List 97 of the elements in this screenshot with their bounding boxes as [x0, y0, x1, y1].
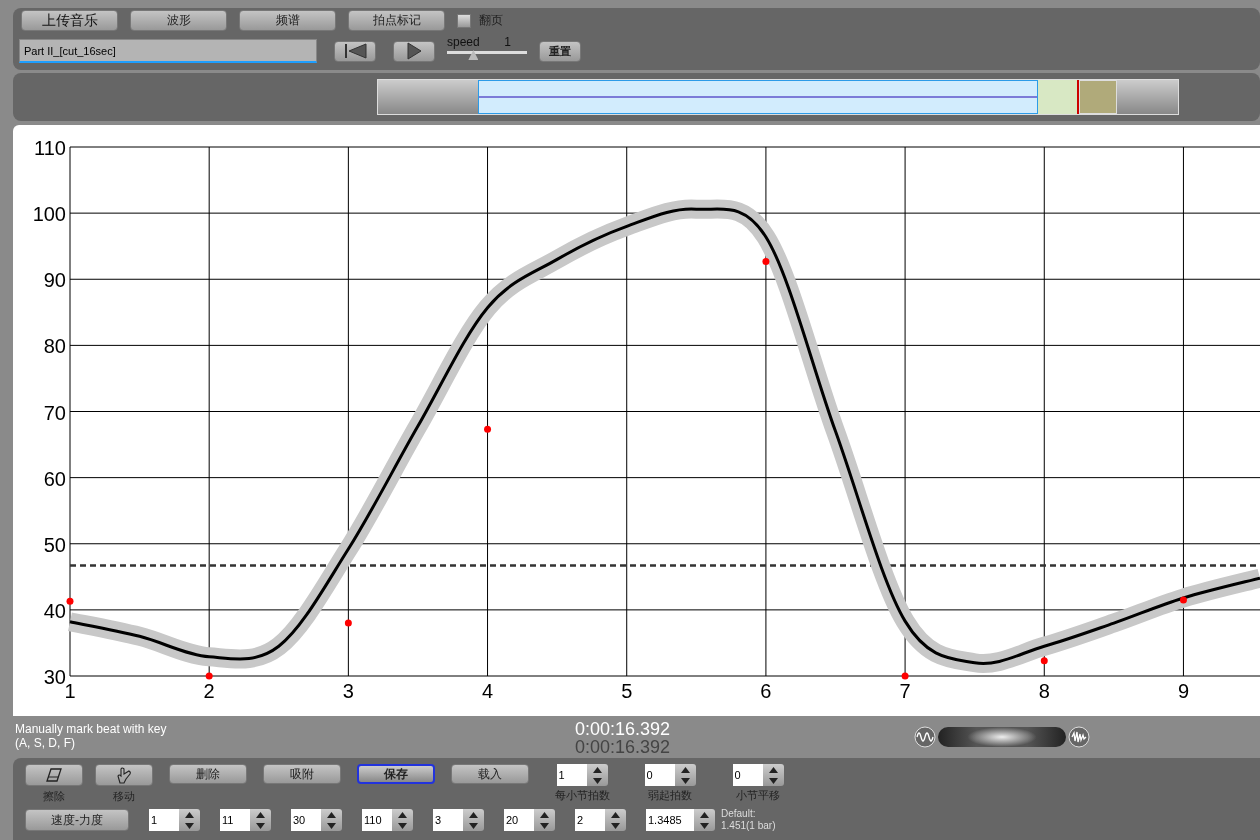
default-note: Default: 1.451(1 bar) — [721, 808, 776, 832]
slider-thumb[interactable] — [468, 50, 479, 60]
overview-region — [1079, 80, 1117, 114]
caret-down-icon — [540, 822, 549, 829]
x-tick-label: 2 — [203, 680, 215, 702]
y-tick-label: 100 — [32, 203, 66, 226]
caret-down-icon — [256, 822, 265, 829]
caret-down-icon — [327, 822, 336, 829]
speed-value: 1 — [504, 35, 511, 49]
speed-label: speed — [447, 35, 480, 49]
tool-label: 擦除 — [43, 789, 65, 804]
x-tick-label: 4 — [482, 680, 494, 702]
number-field[interactable]: 11 — [220, 809, 250, 831]
caret-up-icon — [611, 811, 620, 818]
beat-point[interactable] — [205, 672, 213, 680]
action-button[interactable]: 保存 — [357, 764, 435, 784]
caret-up-icon — [398, 811, 407, 818]
field-label: 弱起拍数 — [648, 788, 692, 803]
action-button[interactable]: 删除 — [169, 764, 247, 784]
caret-down-icon — [680, 777, 690, 784]
x-tick-label: 3 — [342, 680, 354, 702]
number-field[interactable]: 0 — [644, 764, 675, 786]
total-time: 0:00:16.392 — [575, 738, 671, 756]
reset-button[interactable]: 重置 — [539, 40, 581, 62]
skip-to-start-button[interactable] — [334, 40, 376, 62]
caret-down-icon — [768, 777, 778, 784]
number-field[interactable]: 3 — [433, 809, 463, 831]
sound-wave-icon[interactable] — [1068, 726, 1091, 748]
action-button[interactable]: 载入 — [451, 764, 529, 784]
y-tick-label: 80 — [43, 335, 66, 358]
overview-selection[interactable] — [478, 80, 1038, 114]
current-time: 0:00:16.392 — [575, 720, 671, 738]
x-tick-label: 1 — [64, 680, 76, 702]
play-button[interactable] — [393, 40, 435, 62]
eraser-icon — [45, 768, 63, 782]
number-field[interactable]: 1 — [149, 809, 179, 831]
action-button[interactable]: 吸附 — [263, 764, 341, 784]
y-tick-label: 40 — [43, 599, 66, 622]
checkbox[interactable] — [457, 13, 471, 28]
caret-up-icon — [768, 766, 778, 773]
caret-down-icon — [185, 822, 194, 829]
beat-point[interactable] — [344, 619, 352, 627]
caret-up-icon — [540, 811, 549, 818]
caret-up-icon — [185, 811, 194, 818]
x-tick-label: 5 — [621, 680, 633, 702]
number-field[interactable]: 30 — [291, 809, 321, 831]
toolbar-button[interactable]: 频谱 — [239, 10, 336, 31]
y-tick-label: 90 — [43, 269, 66, 292]
caret-up-icon — [700, 811, 709, 818]
x-tick-label: 8 — [1038, 680, 1050, 702]
hand-tool-button[interactable] — [95, 764, 153, 786]
eraser-tool-button[interactable] — [25, 764, 83, 786]
field-label: 每小节拍数 — [554, 788, 610, 803]
toolbar-button[interactable]: 波形 — [130, 10, 227, 31]
caret-down-icon — [592, 777, 602, 784]
caret-up-icon — [327, 811, 336, 818]
caret-up-icon — [469, 811, 478, 818]
playhead-marker[interactable] — [1077, 80, 1079, 114]
number-field[interactable]: 2 — [575, 809, 605, 831]
y-tick-label: 30 — [43, 666, 66, 688]
play-icon — [405, 42, 423, 60]
toolbar-button[interactable]: 上传音乐 — [21, 10, 118, 31]
beat-point[interactable] — [1040, 657, 1048, 665]
caret-down-icon — [611, 822, 620, 829]
waveform-icon[interactable] — [914, 726, 937, 748]
file-name-field[interactable]: Part II_[cut_16sec] — [19, 39, 317, 63]
y-tick-label: 60 — [43, 467, 66, 490]
y-tick-label: 50 — [43, 533, 66, 556]
caret-up-icon — [256, 811, 265, 818]
number-field[interactable]: 20 — [504, 809, 534, 831]
hand-icon — [115, 766, 133, 784]
zoom-slider[interactable] — [938, 727, 1067, 747]
beat-point[interactable] — [1179, 596, 1187, 604]
caret-up-icon — [592, 766, 602, 773]
checkbox-label: 翻页 — [479, 12, 503, 29]
beat-point[interactable] — [901, 672, 909, 680]
overview-track[interactable] — [377, 79, 1179, 115]
caret-up-icon — [680, 766, 690, 773]
number-field[interactable]: 1.3485 — [646, 809, 694, 831]
y-tick-label: 110 — [34, 137, 66, 159]
caret-down-icon — [469, 822, 478, 829]
number-field[interactable]: 0 — [732, 764, 763, 786]
hint-text: Manually mark beat with key (A, S, D, F) — [15, 722, 168, 752]
x-tick-label: 7 — [899, 680, 911, 702]
number-field[interactable]: 110 — [362, 809, 392, 831]
y-tick-label: 70 — [43, 401, 66, 424]
number-field[interactable]: 1 — [556, 764, 587, 786]
x-tick-label: 6 — [760, 680, 772, 702]
field-label: 小节平移 — [736, 788, 780, 803]
x-tick-label: 9 — [1177, 680, 1189, 702]
toolbar-button[interactable]: 拍点标记 — [348, 10, 445, 31]
mode-button[interactable]: 速度-力度 — [25, 809, 129, 831]
overview-region — [1038, 80, 1077, 114]
caret-down-icon — [700, 822, 709, 829]
beat-point[interactable] — [484, 425, 492, 433]
tool-label: 移动 — [113, 789, 135, 804]
caret-down-icon — [398, 822, 407, 829]
